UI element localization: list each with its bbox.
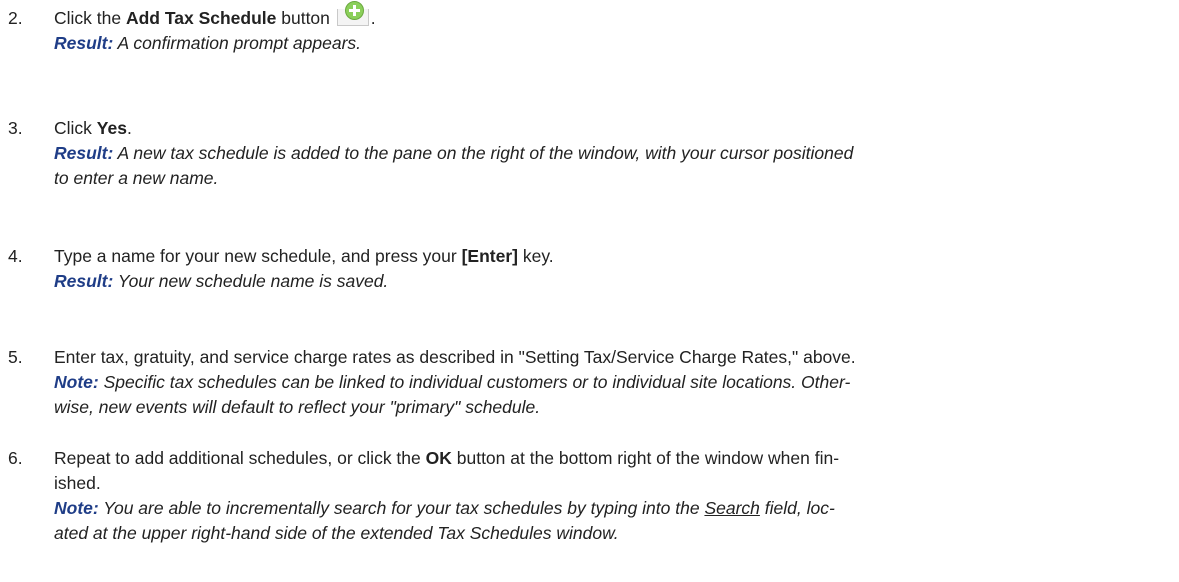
step-result-continued: to enter a new name. — [54, 168, 219, 188]
step-4: 4. Type a name for your new schedule, an… — [8, 244, 1179, 294]
enter-key-label: [Enter] — [461, 246, 518, 266]
step-instruction: Type a name for your new schedule, and p… — [54, 246, 554, 266]
step-note-continued: ated at the upper right-hand side of the… — [54, 523, 619, 543]
add-tax-schedule-label: Add Tax Schedule — [125, 8, 277, 28]
step-note: Note: Specific tax schedules can be link… — [54, 372, 851, 392]
search-field-reference: Search — [704, 498, 760, 518]
step-result: Result: Your new schedule name is saved. — [54, 271, 389, 291]
step-6: 6. Repeat to add additional schedules, o… — [8, 446, 1179, 546]
ok-label: OK — [425, 448, 452, 468]
step-3: 3. Click Yes. Result: A new tax schedule… — [8, 116, 1179, 191]
step-note-continued: wise, new events will default to reflect… — [54, 397, 541, 417]
yes-label: Yes — [96, 118, 127, 138]
step-instruction: Repeat to add additional schedules, or c… — [54, 448, 840, 468]
step-5: 5. Enter tax, gratuity, and service char… — [8, 345, 1179, 420]
step-result: Result: A new tax schedule is added to t… — [54, 143, 854, 163]
step-number: 2. — [8, 8, 23, 28]
step-number: 5. — [8, 347, 23, 367]
step-instruction: Enter tax, gratuity, and service charge … — [54, 347, 856, 367]
add-plus-icon — [336, 1, 369, 26]
step-instruction-continued: ished. — [54, 473, 101, 493]
step-number: 6. — [8, 448, 23, 468]
step-instruction: Click Yes. — [54, 118, 132, 138]
step-note: Note: You are able to incrementally sear… — [54, 498, 835, 518]
step-instruction: Click the Add Tax Schedule button . — [54, 1, 1179, 31]
step-number: 3. — [8, 118, 23, 138]
step-number: 4. — [8, 246, 23, 266]
step-result: Result: A confirmation prompt appears. — [54, 33, 362, 53]
step-2: 2. Click the Add Tax Schedule button . R… — [8, 1, 1179, 56]
